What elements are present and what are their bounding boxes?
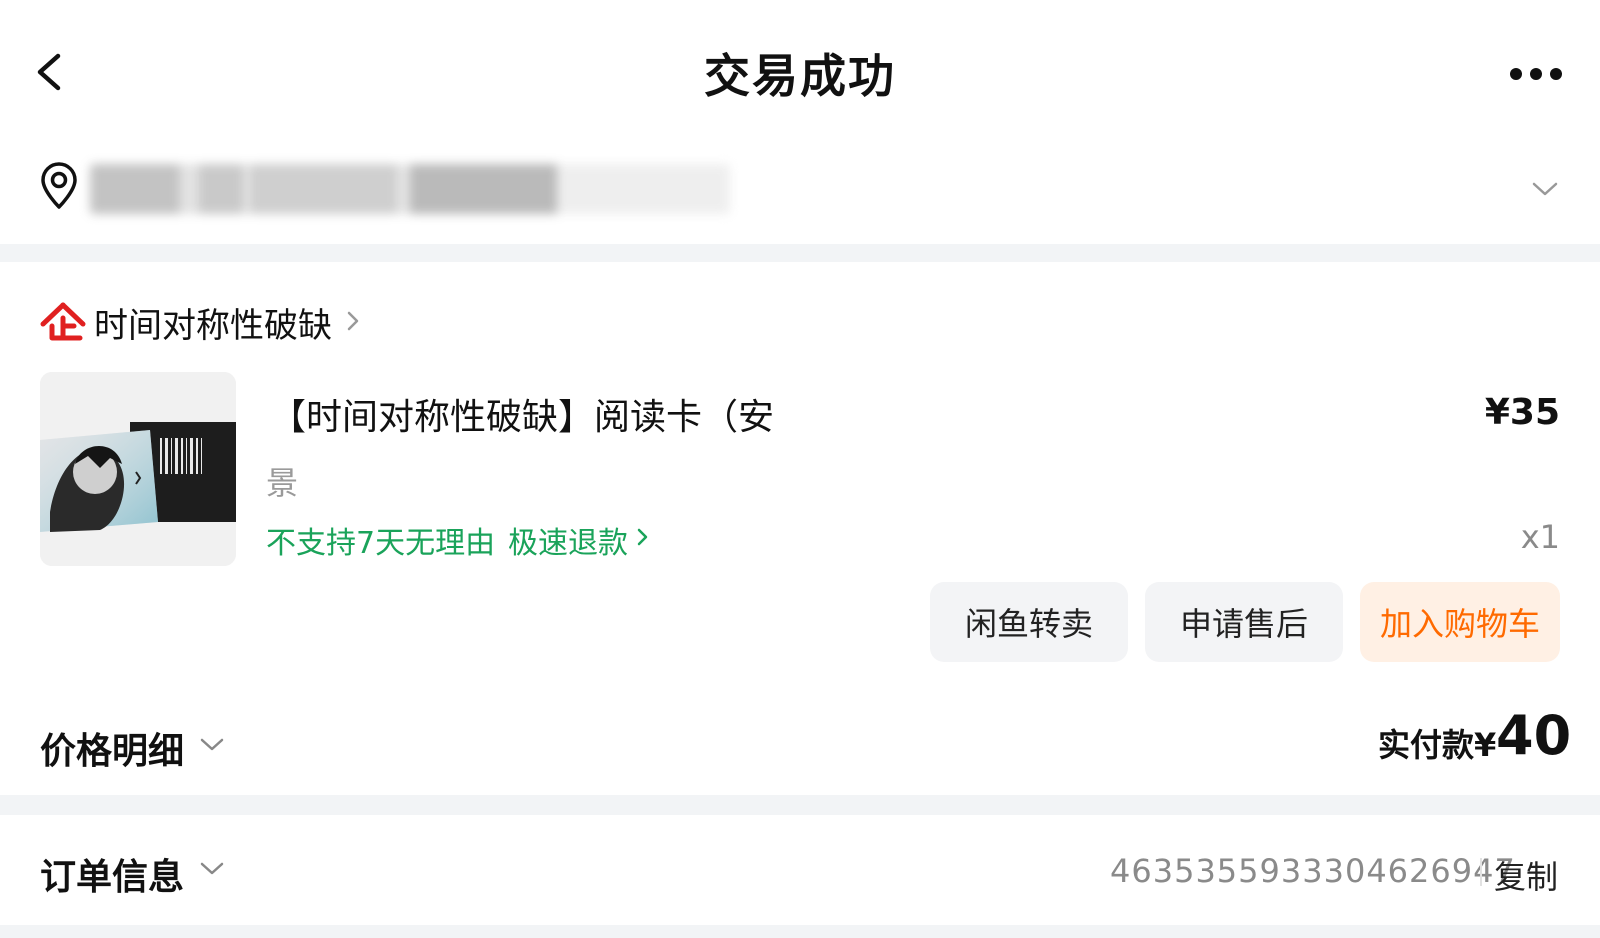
- price-detail-toggle[interactable]: 价格明细: [40, 722, 184, 774]
- shop-name[interactable]: 时间对称性破缺: [94, 298, 332, 347]
- location-pin-icon: [41, 162, 77, 209]
- product-title-continued: 景: [266, 464, 299, 502]
- paid-amount-label: 实付款¥: [1378, 726, 1497, 764]
- product-price: ¥35: [1484, 392, 1560, 433]
- add-to-cart-button[interactable]: 加入购物车: [1360, 582, 1560, 662]
- chevron-right-icon: [347, 311, 359, 331]
- address-text-blurred[interactable]: [90, 164, 730, 214]
- copy-button[interactable]: 复制: [1494, 852, 1558, 898]
- chevron-right-icon: [637, 528, 648, 546]
- more-icon[interactable]: [1510, 62, 1570, 86]
- order-info-toggle[interactable]: 订单信息: [40, 848, 184, 900]
- resell-button[interactable]: 闲鱼转卖: [930, 582, 1128, 662]
- page-title: 交易成功: [704, 49, 896, 103]
- no-7day-return-tag: 不支持7天无理由: [266, 526, 496, 561]
- paid-amount-value: 40: [1496, 704, 1572, 767]
- product-image[interactable]: [40, 372, 236, 566]
- product-title[interactable]: 【时间对称性破缺】阅读卡（安: [270, 388, 774, 440]
- order-number: 4635355933304626947: [1110, 852, 1516, 890]
- after-sales-button[interactable]: 申请售后: [1145, 582, 1343, 662]
- chevron-down-icon[interactable]: [1530, 178, 1560, 200]
- chevron-down-icon[interactable]: [198, 858, 226, 880]
- header-card: 交易成功: [0, 0, 1600, 244]
- fast-refund-link[interactable]: 极速退款: [508, 518, 628, 562]
- enterprise-shop-icon: [40, 302, 86, 341]
- chevron-down-icon[interactable]: [198, 734, 226, 756]
- divider: [1480, 858, 1482, 886]
- product-quantity: x1: [1520, 518, 1560, 556]
